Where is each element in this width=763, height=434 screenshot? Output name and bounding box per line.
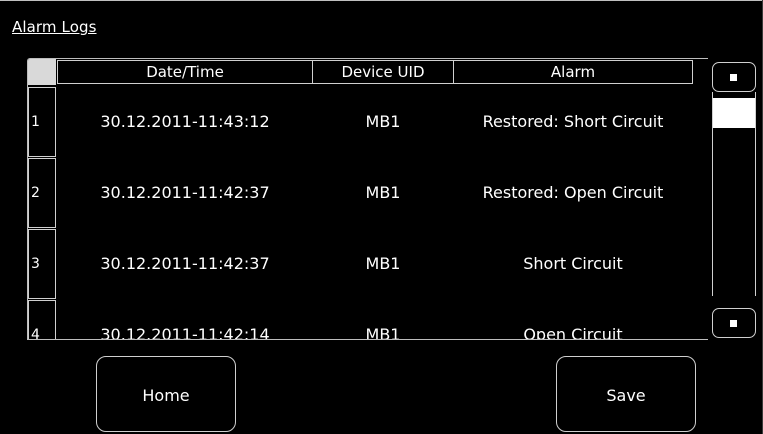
cell-alarm: Restored: Short Circuit <box>482 112 664 131</box>
cell-device-uid: MB1 <box>365 112 401 131</box>
table-row[interactable]: 4 30.12.2011-11:42:14 MB1 Open Circuit <box>28 300 708 340</box>
row-index: 2 <box>28 158 56 228</box>
row-index: 1 <box>28 87 56 157</box>
cell-datetime: 30.12.2011-11:43:12 <box>100 112 270 131</box>
table-row[interactable]: 2 30.12.2011-11:42:37 MB1 Restored: Open… <box>28 158 708 230</box>
scrollbar-track[interactable] <box>712 92 756 296</box>
cell-datetime: 30.12.2011-11:42:14 <box>100 325 270 340</box>
row-index: 4 <box>28 300 56 339</box>
cell-device-uid: MB1 <box>365 183 401 202</box>
save-button[interactable]: Save <box>556 356 696 432</box>
cell-datetime: 30.12.2011-11:42:37 <box>100 254 270 273</box>
alarm-log-table: Date/Time Device UID Alarm 1 30.12.2011-… <box>27 58 708 340</box>
column-header-datetime: Date/Time <box>57 60 313 84</box>
table-row[interactable]: 1 30.12.2011-11:43:12 MB1 Restored: Shor… <box>28 87 708 159</box>
scroll-up-button[interactable] <box>712 62 756 92</box>
row-index: 3 <box>28 229 56 299</box>
cell-device-uid: MB1 <box>365 254 401 273</box>
scroll-down-button[interactable] <box>712 308 756 338</box>
scrollbar-thumb[interactable] <box>713 98 755 128</box>
column-header-alarm: Alarm <box>453 60 693 84</box>
table-header: Date/Time Device UID Alarm <box>28 59 708 85</box>
cell-alarm: Restored: Open Circuit <box>482 183 664 202</box>
cell-alarm: Open Circuit <box>523 325 623 340</box>
cell-datetime: 30.12.2011-11:42:37 <box>100 183 270 202</box>
square-icon <box>730 74 737 81</box>
cell-alarm: Short Circuit <box>523 254 623 273</box>
table-corner-cell <box>28 59 56 85</box>
column-header-device-uid: Device UID <box>312 60 454 84</box>
top-border <box>0 0 763 1</box>
cell-device-uid: MB1 <box>365 325 401 340</box>
page-title: Alarm Logs <box>12 18 97 36</box>
table-row[interactable]: 3 30.12.2011-11:42:37 MB1 Short Circuit <box>28 229 708 301</box>
square-icon <box>730 320 737 327</box>
home-button[interactable]: Home <box>96 356 236 432</box>
